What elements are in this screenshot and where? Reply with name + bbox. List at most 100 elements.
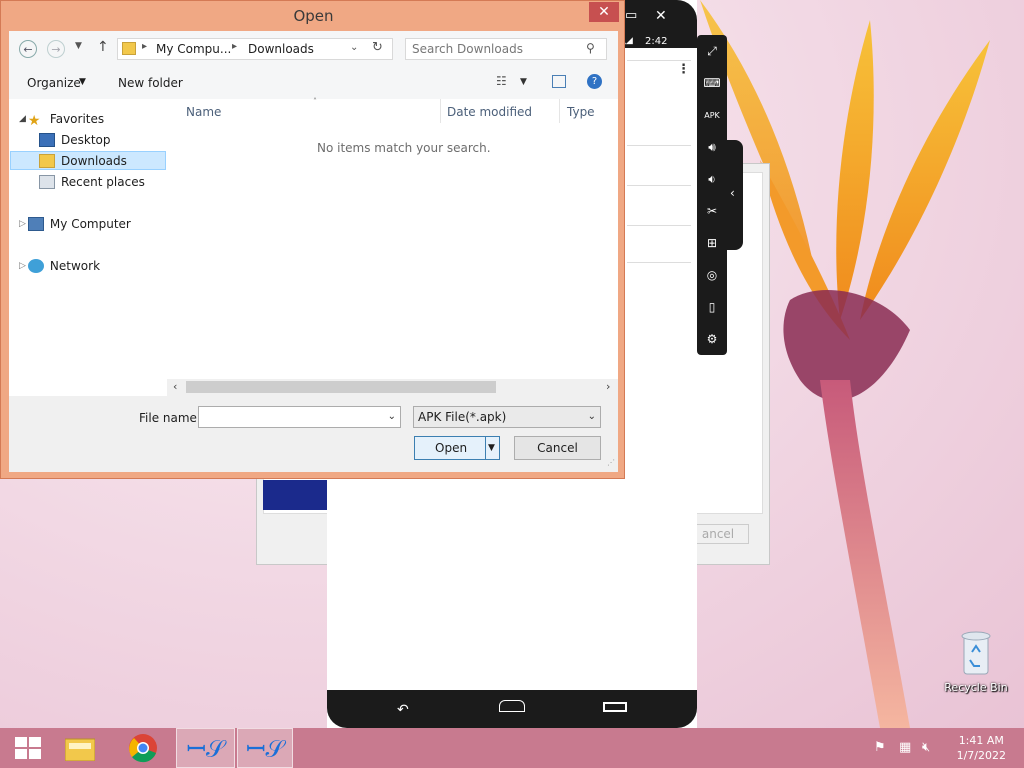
swan-app-icon: ꟷ𝒮 [245, 734, 285, 763]
help-icon[interactable]: ? [587, 74, 602, 89]
open-dropdown-icon[interactable]: ▼ [488, 437, 495, 459]
taskbar-emulator-2[interactable]: ꟷ𝒮 [237, 728, 293, 768]
android-navbar: ↶ [327, 690, 697, 728]
file-name-input[interactable]: ⌄ [198, 406, 401, 428]
recycle-bin-shortcut[interactable]: Recycle Bin [938, 630, 1014, 694]
breadcrumb-my-computer[interactable]: My Compu... [156, 42, 231, 56]
search-input[interactable]: Search Downloads [412, 42, 523, 56]
horizontal-scrollbar[interactable]: ‹ › [167, 379, 618, 396]
forward-button[interactable]: → [47, 40, 65, 58]
address-dropdown-icon[interactable]: ⌄ [350, 42, 358, 53]
address-row: ← → ▼ ↑ ▸ My Compu... ▸ Downloads ⌄ ↻ Se… [9, 31, 618, 67]
list-divider [627, 185, 691, 186]
overflow-menu-icon[interactable]: ⋮ [677, 62, 690, 77]
background-thumbnail [263, 480, 327, 510]
file-type-dropdown-icon[interactable]: ⌄ [588, 407, 596, 427]
breadcrumb-chevron-icon: ▸ [142, 41, 148, 52]
taskbar: ꟷ𝒮 ꟷ𝒮 ⚑ ▦ 🔇︎ [0, 728, 1024, 768]
column-divider[interactable] [440, 99, 441, 123]
dialog-footer: File name: ⌄ APK File(*.apk) ⌄ Open ▼ Ca… [9, 396, 618, 472]
taskbar-emulator-1[interactable]: ꟷ𝒮 [176, 728, 235, 768]
keyboard-icon[interactable]: ⌨ [702, 73, 722, 93]
column-header-type[interactable]: Type [567, 105, 595, 119]
cancel-button[interactable]: Cancel [514, 436, 601, 460]
recents-icon[interactable] [603, 702, 627, 712]
collapse-icon[interactable]: ◢ [19, 109, 26, 129]
expand-icon[interactable]: ▷ [19, 256, 26, 276]
clock-date: 1/7/2022 [956, 749, 1006, 762]
recent-locations-chevron-icon[interactable]: ▼ [75, 41, 82, 51]
taskbar-chrome[interactable] [115, 728, 171, 768]
nav-my-computer[interactable]: ▷ My Computer [19, 214, 131, 234]
add-window-icon[interactable]: ⊞ [702, 233, 722, 253]
start-button[interactable] [0, 728, 56, 768]
volume-muted-icon[interactable]: 🔇︎ [922, 740, 930, 755]
view-options-icon[interactable]: ☷ [496, 74, 507, 88]
screenshot-scissors-icon[interactable]: ✂ [702, 201, 722, 221]
search-box[interactable]: Search Downloads ⚲ [405, 38, 607, 60]
nav-desktop-label: Desktop [61, 133, 111, 147]
settings-gear-icon[interactable]: ⚙ [702, 329, 722, 349]
nav-recent-places[interactable]: Recent places [39, 172, 145, 192]
command-bar: Organize ▼ New folder ☷ ▼ ? [9, 67, 618, 100]
list-divider [627, 145, 691, 146]
file-type-select[interactable]: APK File(*.apk) ⌄ [413, 406, 601, 428]
breadcrumb-downloads[interactable]: Downloads [248, 42, 314, 56]
nav-desktop[interactable]: Desktop [39, 130, 111, 150]
nav-favorites-label: Favorites [49, 112, 105, 126]
taskbar-file-explorer[interactable] [52, 728, 108, 768]
action-center-flag-icon[interactable]: ⚑ [874, 740, 886, 755]
open-button[interactable]: Open ▼ [414, 436, 500, 460]
desktop-icon [39, 133, 55, 147]
close-icon[interactable]: ✕ [655, 8, 667, 24]
view-dropdown-icon[interactable]: ▼ [520, 77, 527, 87]
fullscreen-icon[interactable]: ⤢ [702, 41, 722, 61]
shake-icon[interactable]: ▯ [702, 297, 722, 317]
expand-icon[interactable]: ▷ [19, 214, 26, 234]
resize-grip-icon[interactable]: ⋰ [607, 458, 615, 467]
scrollbar-thumb[interactable] [186, 381, 496, 393]
network-icon [27, 259, 44, 273]
taskbar-clock[interactable]: 1:41 AM 1/7/2022 [957, 733, 1006, 763]
network-tray-icon[interactable]: ▦ [899, 740, 911, 755]
nav-network[interactable]: ▷ Network [19, 256, 100, 276]
scroll-right-icon[interactable]: › [606, 380, 610, 393]
nav-downloads-selected[interactable]: Downloads [10, 151, 166, 170]
address-bar[interactable]: ▸ My Compu... ▸ Downloads ⌄ ↻ [117, 38, 393, 60]
nav-favorites[interactable]: ◢ ★ Favorites [19, 109, 104, 129]
clock-time: 1:41 AM [958, 734, 1004, 747]
chevron-left-icon[interactable]: ‹ [730, 186, 735, 200]
dialog-body: ← → ▼ ↑ ▸ My Compu... ▸ Downloads ⌄ ↻ Se… [9, 31, 618, 472]
preview-pane-icon[interactable] [552, 75, 566, 88]
new-folder-button[interactable]: New folder [118, 76, 183, 90]
recycle-bin-label: Recycle Bin [944, 681, 1008, 694]
column-divider[interactable] [559, 99, 560, 123]
location-icon[interactable]: ◎ [702, 265, 722, 285]
up-arrow-icon[interactable]: ↑ [97, 39, 109, 55]
back-icon[interactable]: ↶ [397, 702, 409, 718]
sidebar-collapse-tab[interactable]: ‹ [727, 140, 743, 250]
open-button-label: Open [435, 441, 468, 455]
volume-up-icon[interactable]: 🔊︎ [702, 137, 722, 157]
search-icon[interactable]: ⚲ [586, 41, 595, 55]
list-divider [627, 225, 691, 226]
star-icon: ★ [27, 113, 41, 129]
windows-logo-icon [15, 737, 41, 759]
downloads-folder-icon [39, 153, 55, 168]
apk-install-icon[interactable]: APK [702, 105, 722, 125]
list-divider [627, 60, 691, 61]
home-icon[interactable] [499, 700, 525, 712]
status-bar-time: 2:42 [645, 36, 668, 47]
dialog-close-button[interactable]: ✕ [589, 2, 619, 22]
column-header-date-modified[interactable]: Date modified [447, 105, 532, 119]
scroll-left-icon[interactable]: ‹ [173, 380, 177, 393]
minimize-icon[interactable]: ▭ [625, 8, 637, 23]
volume-down-icon[interactable]: 🔉︎ [702, 169, 722, 189]
computer-icon [27, 217, 44, 231]
refresh-icon[interactable]: ↻ [372, 40, 383, 55]
back-button[interactable]: ← [19, 40, 37, 58]
column-header-name[interactable]: Name [186, 105, 221, 119]
organize-chevron-icon[interactable]: ▼ [79, 77, 86, 87]
file-name-dropdown-icon[interactable]: ⌄ [388, 407, 396, 427]
organize-menu[interactable]: Organize [27, 76, 81, 90]
